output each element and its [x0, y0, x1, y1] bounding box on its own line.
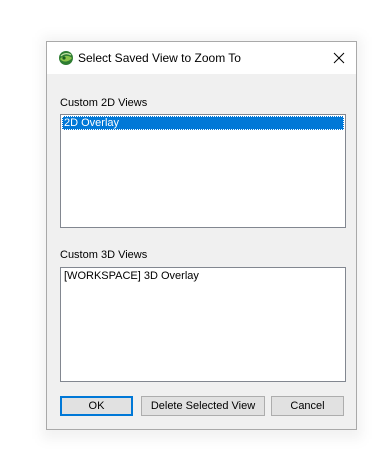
list-item[interactable]: [WORKSPACE] 3D Overlay [62, 269, 344, 283]
globe-app-icon [59, 51, 73, 65]
dialog-title: Select Saved View to Zoom To [78, 51, 241, 65]
delete-selected-view-button[interactable]: Delete Selected View [141, 396, 265, 416]
select-saved-view-dialog: Select Saved View to Zoom To Custom 2D V… [46, 41, 357, 430]
custom-3d-views-listbox[interactable]: [WORKSPACE] 3D Overlay [60, 267, 346, 382]
cancel-button[interactable]: Cancel [271, 396, 344, 416]
custom-2d-views-listbox[interactable]: 2D Overlay [60, 114, 346, 228]
close-button[interactable] [322, 42, 356, 74]
title-bar: Select Saved View to Zoom To [47, 42, 356, 74]
custom-3d-views-label: Custom 3D Views [60, 249, 148, 261]
list-item[interactable]: 2D Overlay [62, 116, 344, 130]
close-icon [333, 52, 345, 64]
ok-button[interactable]: OK [60, 396, 133, 416]
custom-2d-views-label: Custom 2D Views [60, 97, 148, 109]
